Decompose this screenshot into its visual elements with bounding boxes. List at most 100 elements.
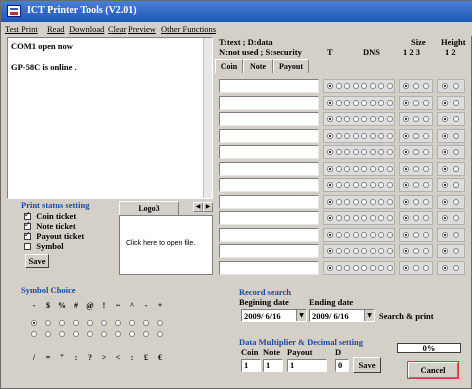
end-date-dropdown-icon[interactable]: ▼: [364, 310, 374, 321]
symbol-option[interactable]: €: [155, 353, 165, 362]
height-radio[interactable]: [442, 165, 448, 172]
type-radio[interactable]: [369, 215, 376, 221]
type-radio[interactable]: [386, 165, 393, 172]
type-radio[interactable]: [344, 248, 350, 254]
type-radio[interactable]: [335, 149, 342, 155]
menu-download[interactable]: Download: [69, 24, 104, 34]
type-radio[interactable]: [344, 231, 350, 238]
height-radio[interactable]: [442, 231, 448, 238]
symbol-radio[interactable]: [129, 320, 135, 326]
ticket-row-text-input[interactable]: [219, 178, 319, 192]
size-radio[interactable]: [423, 83, 429, 89]
type-radio[interactable]: [369, 165, 376, 172]
ticket-row-text-input[interactable]: [219, 244, 319, 258]
type-radio[interactable]: [327, 182, 333, 188]
type-radio[interactable]: [335, 165, 342, 172]
type-radio[interactable]: [361, 165, 367, 172]
ticket-row-text-input[interactable]: [219, 128, 319, 143]
type-radio[interactable]: [378, 165, 384, 172]
tab-coin[interactable]: Coin: [215, 59, 243, 73]
size-radio[interactable]: [403, 83, 409, 89]
type-radio[interactable]: [378, 83, 384, 89]
type-radio[interactable]: [386, 231, 393, 238]
type-radio[interactable]: [327, 99, 333, 106]
symbol-radio[interactable]: [45, 331, 51, 337]
tab-logo3[interactable]: Logo3: [119, 201, 179, 215]
size-radio[interactable]: [423, 132, 429, 139]
type-radio[interactable]: [344, 132, 350, 139]
print-status-save-button[interactable]: Save: [25, 254, 49, 268]
symbol-option[interactable]: =: [43, 353, 53, 362]
size-radio[interactable]: [423, 116, 429, 122]
ticket-row-text-input[interactable]: [219, 79, 319, 93]
symbol-option[interactable]: #: [71, 301, 81, 310]
search-print-button[interactable]: Search & print: [379, 311, 434, 321]
symbol-option[interactable]: ": [57, 353, 67, 362]
type-radio[interactable]: [386, 149, 393, 155]
type-radio[interactable]: [369, 231, 376, 238]
size-radio[interactable]: [403, 165, 409, 172]
type-radio[interactable]: [378, 149, 384, 155]
symbol-radio[interactable]: [45, 320, 51, 326]
cancel-button[interactable]: Cancel: [407, 361, 459, 379]
payout-ticket-checkbox[interactable]: [24, 230, 31, 241]
symbol-option[interactable]: £: [141, 353, 151, 362]
type-radio[interactable]: [352, 248, 359, 254]
type-radio[interactable]: [378, 248, 384, 254]
symbol-radio[interactable]: [157, 320, 163, 326]
tab-note[interactable]: Note: [243, 59, 273, 73]
status-scrollbar[interactable]: [203, 38, 212, 198]
height-radio[interactable]: [453, 165, 459, 172]
type-radio[interactable]: [361, 215, 367, 221]
size-radio[interactable]: [423, 165, 429, 172]
type-radio[interactable]: [369, 132, 376, 139]
height-radio[interactable]: [453, 215, 459, 221]
type-radio[interactable]: [386, 264, 393, 271]
type-radio[interactable]: [335, 83, 342, 89]
type-radio[interactable]: [361, 248, 367, 254]
size-radio[interactable]: [403, 248, 409, 254]
type-radio[interactable]: [352, 99, 359, 106]
type-radio[interactable]: [352, 165, 359, 172]
symbol-option[interactable]: $: [43, 301, 53, 310]
menu-read[interactable]: Read: [47, 24, 64, 34]
size-radio[interactable]: [403, 182, 409, 188]
type-radio[interactable]: [369, 83, 376, 89]
size-radio[interactable]: [403, 116, 409, 122]
symbol-radio[interactable]: [143, 331, 149, 337]
type-radio[interactable]: [344, 149, 350, 155]
size-radio[interactable]: [423, 248, 429, 254]
symbol-checkbox[interactable]: [24, 243, 31, 251]
type-radio[interactable]: [369, 99, 376, 106]
type-radio[interactable]: [361, 182, 367, 188]
type-radio[interactable]: [378, 264, 384, 271]
type-radio[interactable]: [378, 116, 384, 122]
symbol-radio[interactable]: [101, 331, 107, 337]
type-radio[interactable]: [361, 83, 367, 89]
type-radio[interactable]: [352, 83, 359, 89]
type-radio[interactable]: [327, 215, 333, 221]
ticket-row-text-input[interactable]: [219, 161, 319, 176]
size-radio[interactable]: [413, 149, 419, 155]
symbol-radio[interactable]: [115, 320, 121, 326]
height-radio[interactable]: [453, 198, 459, 205]
type-radio[interactable]: [369, 116, 376, 122]
type-radio[interactable]: [344, 83, 350, 89]
type-radio[interactable]: [344, 215, 350, 221]
size-radio[interactable]: [413, 198, 419, 205]
type-radio[interactable]: [327, 198, 333, 205]
height-radio[interactable]: [442, 83, 448, 89]
type-radio[interactable]: [386, 99, 393, 106]
size-radio[interactable]: [403, 264, 409, 271]
type-radio[interactable]: [344, 182, 350, 188]
height-radio[interactable]: [453, 149, 459, 155]
height-radio[interactable]: [442, 215, 448, 221]
size-radio[interactable]: [413, 264, 419, 271]
symbol-option[interactable]: -: [29, 301, 39, 310]
symbol-option[interactable]: Symbol: [24, 241, 64, 251]
symbol-radio[interactable]: [59, 320, 65, 326]
coin-ticket-checkbox[interactable]: [24, 210, 31, 221]
type-radio[interactable]: [369, 149, 376, 155]
height-radio[interactable]: [442, 198, 448, 205]
symbol-option[interactable]: ^: [127, 301, 137, 310]
